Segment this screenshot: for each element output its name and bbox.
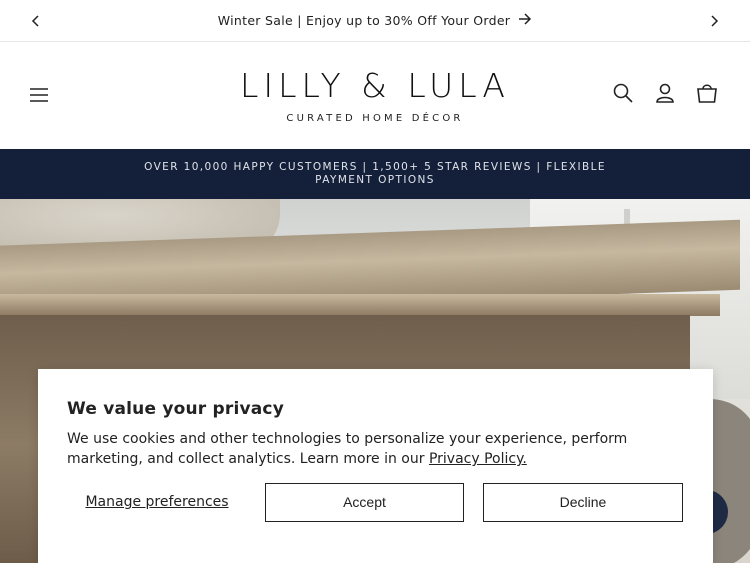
hero-table-edge [0,294,720,316]
brand-name: LILLY & LULA [240,66,510,105]
cookie-title: We value your privacy [67,399,284,419]
announcement-bar: Winter Sale | Enjoy up to 30% Off Your O… [0,0,750,42]
announcement-text: Winter Sale | Enjoy up to 30% Off Your O… [217,13,511,28]
accept-button[interactable]: Accept [265,482,464,522]
menu-icon[interactable] [26,82,52,108]
chevron-left-icon[interactable] [16,0,56,42]
search-icon[interactable] [610,80,636,106]
promo-text: OVER 10,000 HAPPY CUSTOMERS | 1,500+ 5 S… [144,161,606,186]
cart-icon[interactable] [694,80,720,106]
arrow-right-icon [518,13,532,28]
privacy-policy-link[interactable]: Privacy Policy. [429,451,527,467]
cookie-body: We use cookies and other technologies to… [67,429,684,469]
account-icon[interactable] [652,80,678,106]
promo-bar: OVER 10,000 HAPPY CUSTOMERS | 1,500+ 5 S… [0,149,750,199]
chevron-right-icon[interactable] [694,0,734,42]
cookie-banner: We value your privacy We use cookies and… [38,369,713,563]
announcement-link[interactable]: Winter Sale | Enjoy up to 30% Off Your O… [218,13,533,28]
decline-button[interactable]: Decline [483,482,683,522]
brand-logo[interactable]: LILLY & LULA CURATED HOME DÉCOR [240,66,510,125]
cookie-body-text: We use cookies and other technologies to… [67,431,628,467]
manage-preferences-link[interactable]: Manage preferences [67,494,247,510]
brand-tagline: CURATED HOME DÉCOR [286,113,464,124]
site-header: LILLY & LULA CURATED HOME DÉCOR [0,42,750,149]
